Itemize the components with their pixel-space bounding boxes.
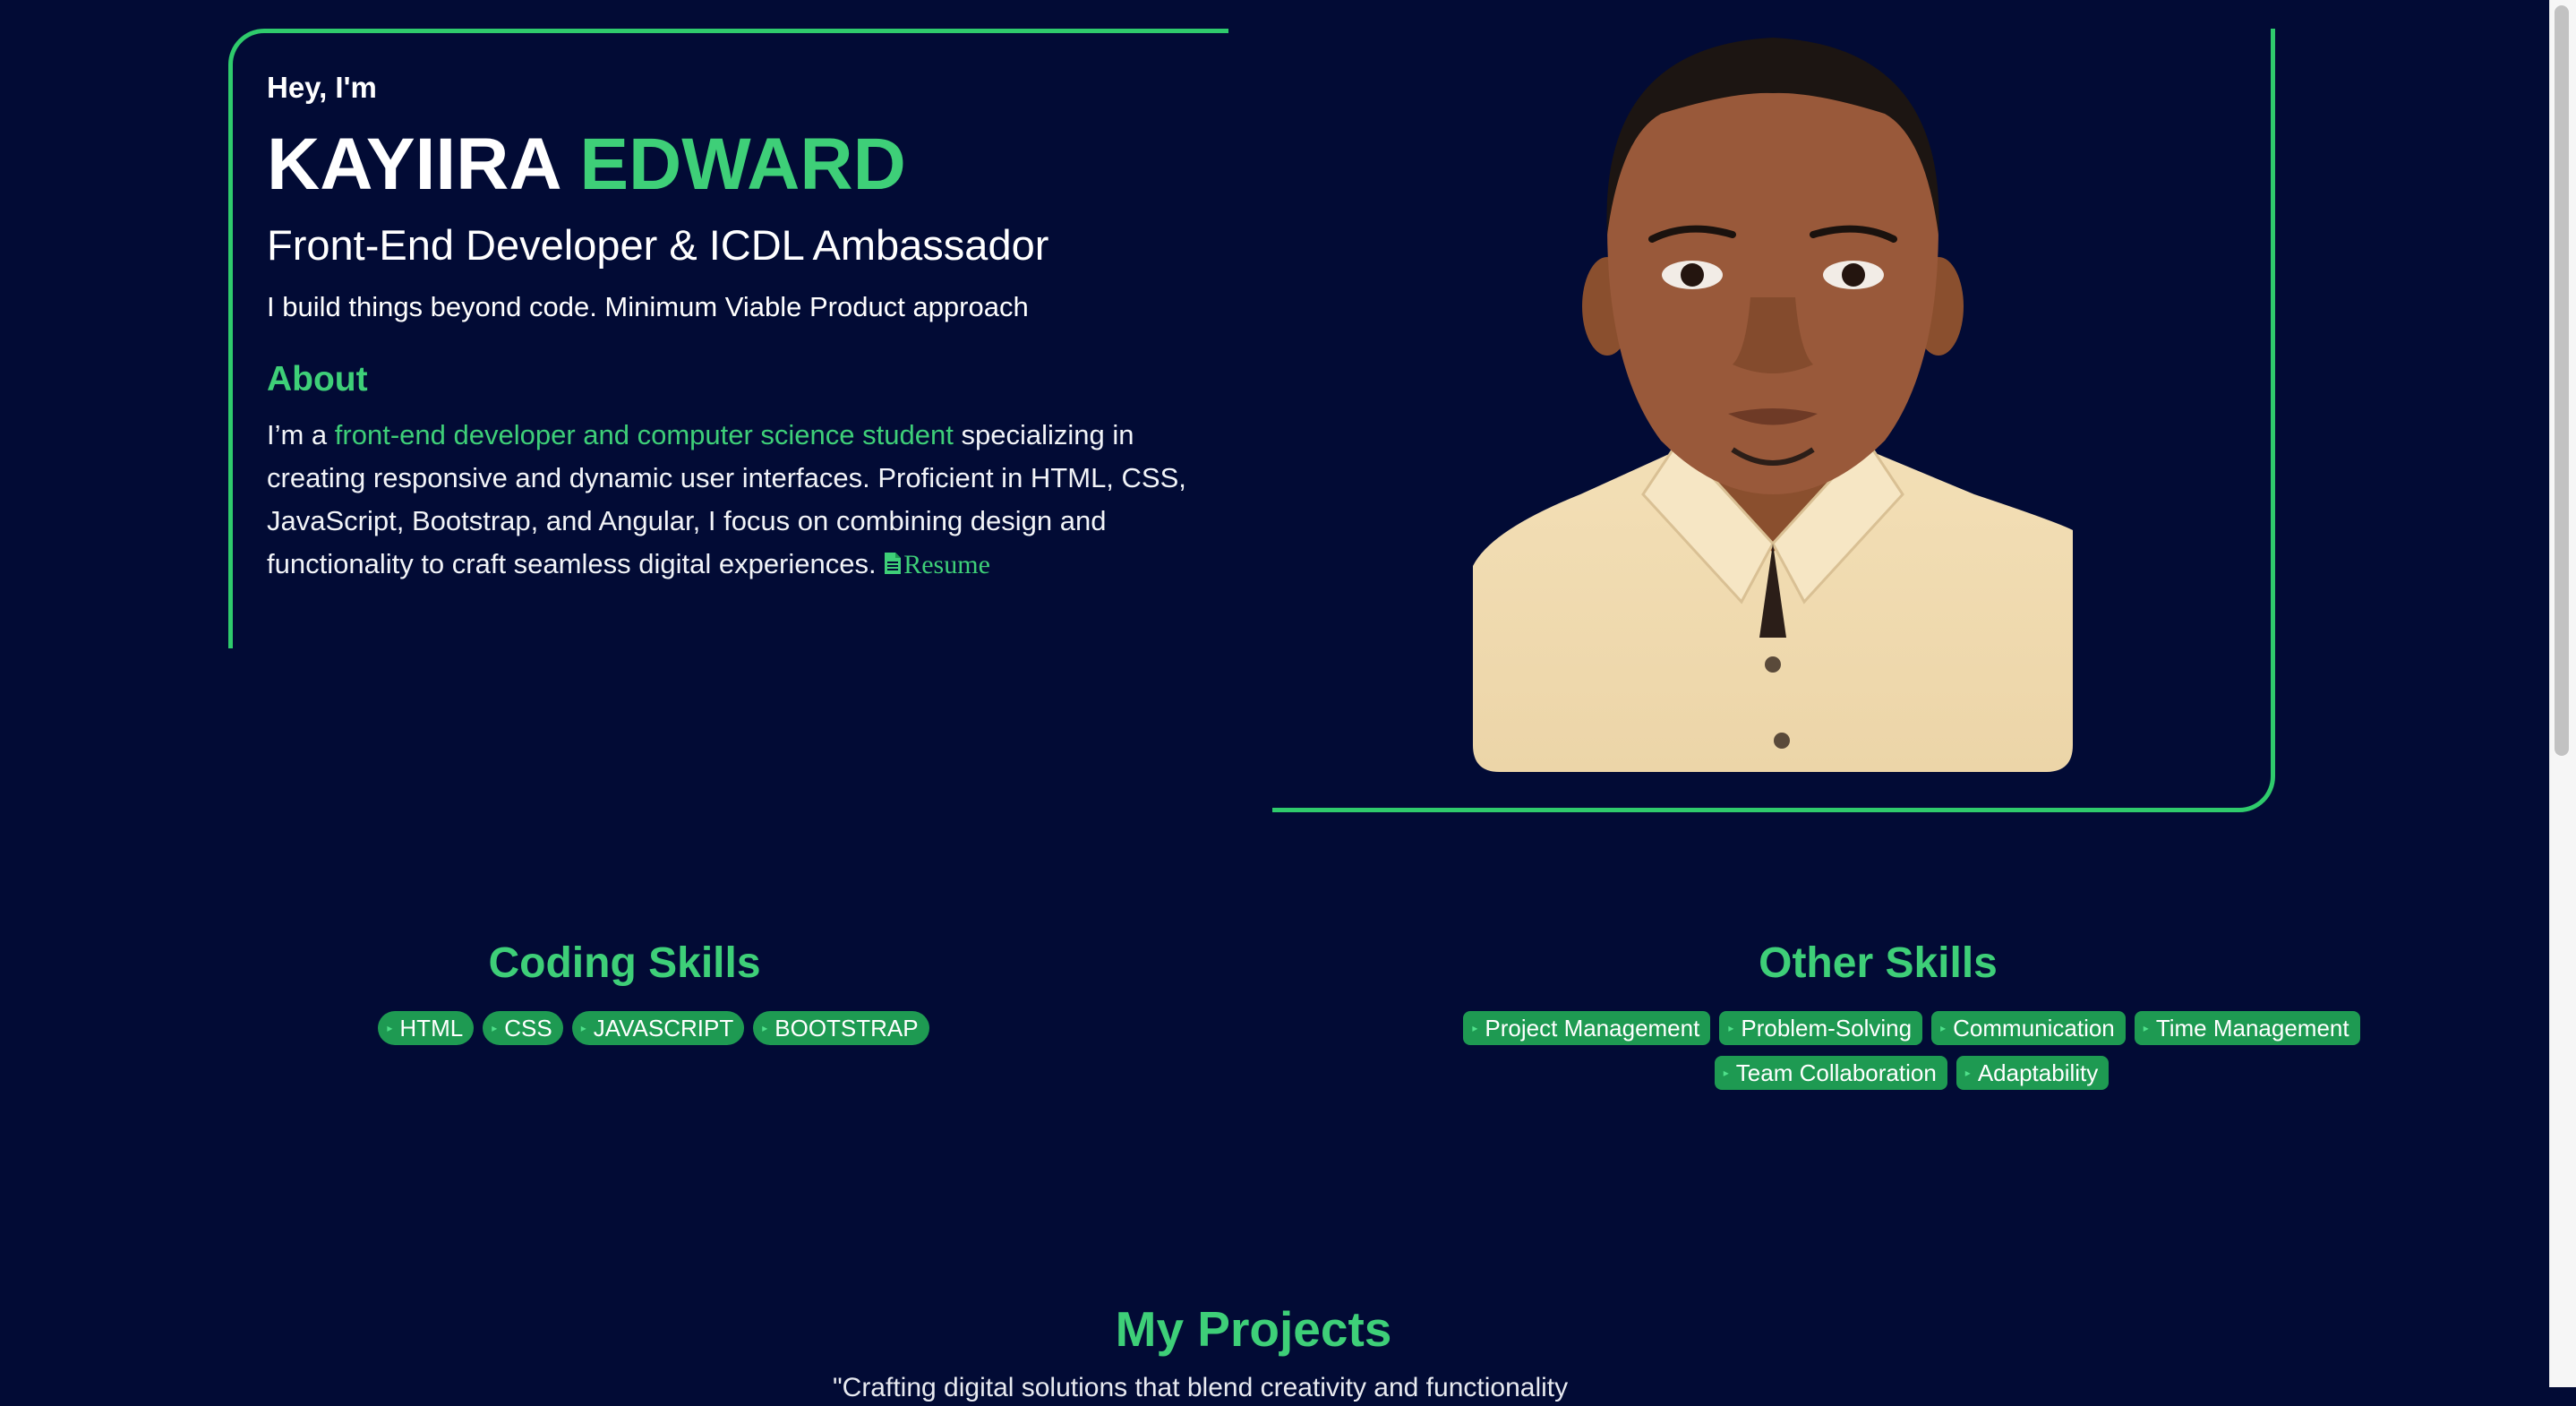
other-skills-heading: Other Skills [1759, 939, 1998, 987]
coding-skills-heading: Coding Skills [488, 939, 761, 987]
bullet-icon: ▸ [1940, 1022, 1947, 1034]
skill-label: Project Management [1485, 1014, 1700, 1042]
skill-chip: ▸ Communication [1931, 1011, 2126, 1045]
skill-chip: ▸ CSS [483, 1011, 563, 1045]
bullet-icon: ▸ [1723, 1067, 1729, 1079]
skill-label: HTML [399, 1014, 464, 1042]
bullet-icon: ▸ [1964, 1067, 1971, 1079]
skill-chip: ▸ Team Collaboration [1714, 1056, 1947, 1090]
about-prefix: I’m a [267, 419, 335, 450]
about-paragraph: I’m a front-end developer and computer s… [267, 414, 1207, 588]
skill-label: CSS [504, 1014, 552, 1042]
skill-label: JAVASCRIPT [593, 1014, 734, 1042]
skill-label: Communication [1953, 1014, 2115, 1042]
skill-chip: ▸ Adaptability [1956, 1056, 2110, 1090]
resume-link[interactable]: Resume [884, 550, 990, 579]
skill-chip: ▸ HTML [378, 1011, 475, 1045]
resume-label: Resume [903, 550, 990, 579]
skill-chip: ▸ JAVASCRIPT [571, 1011, 745, 1045]
profile-photo [1473, 38, 2073, 772]
skill-chip: ▸ Problem-Solving [1719, 1011, 1923, 1045]
about-heading: About [267, 360, 368, 399]
bullet-icon: ▸ [1472, 1022, 1478, 1034]
skill-label: Problem-Solving [1741, 1014, 1913, 1042]
skill-label: Time Management [2155, 1014, 2349, 1042]
bullet-icon: ▸ [2143, 1022, 2149, 1034]
first-name: KAYIIRA [267, 124, 560, 205]
role-title: Front-End Developer & ICDL Ambassador [267, 221, 1049, 269]
scrollbar-thumb[interactable] [2555, 5, 2569, 756]
bullet-icon: ▸ [762, 1022, 768, 1034]
skill-label: Adaptability [1977, 1059, 2099, 1086]
skill-chip: ▸ Time Management [2134, 1011, 2360, 1045]
projects-heading: My Projects [1115, 1301, 1392, 1357]
tagline: I build things beyond code. Minimum Viab… [267, 291, 1029, 322]
coding-skills-list: ▸ HTML ▸ CSS ▸ JAVASCRIPT ▸ BOOTSTRAP [376, 1011, 931, 1045]
skill-chip: ▸ Project Management [1463, 1011, 1711, 1045]
document-icon [884, 545, 902, 588]
skill-label: Team Collaboration [1735, 1059, 1937, 1086]
skill-label: BOOTSTRAP [775, 1014, 919, 1042]
about-highlight: front-end developer and computer science… [334, 419, 954, 450]
other-skills-list: ▸ Project Management ▸ Problem-Solving ▸ Co… [1424, 1011, 2400, 1090]
bullet-icon: ▸ [580, 1022, 586, 1034]
bullet-icon: ▸ [1728, 1022, 1734, 1034]
full-name-heading: KAYIIRA EDWARD [267, 120, 906, 210]
bullet-icon: ▸ [492, 1022, 498, 1034]
projects-subtitle: "Crafting digital solutions that blend c… [833, 1373, 1569, 1402]
greeting-text: Hey, I'm [267, 71, 377, 104]
bullet-icon: ▸ [387, 1022, 393, 1034]
skill-chip: ▸ BOOTSTRAP [753, 1011, 929, 1045]
last-name: EDWARD [579, 124, 906, 205]
